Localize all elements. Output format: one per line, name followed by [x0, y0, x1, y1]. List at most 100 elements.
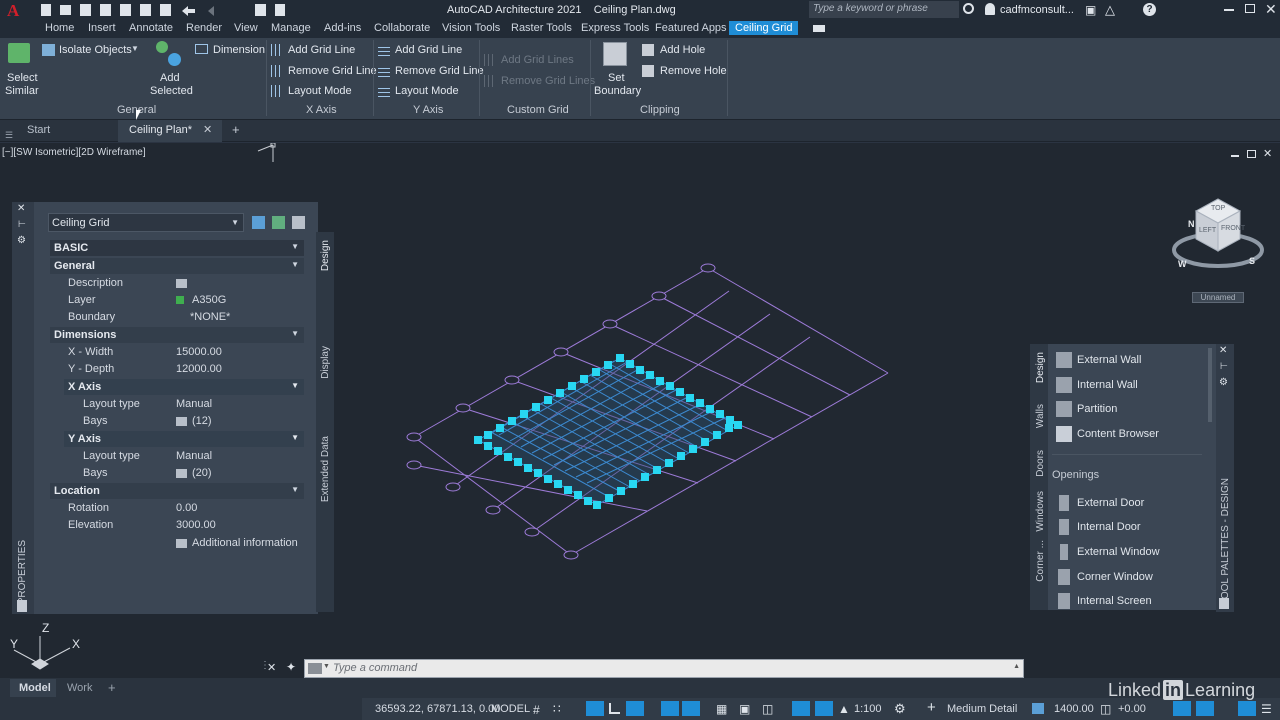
tab-model[interactable]: Model [19, 682, 51, 694]
search-box[interactable]: Type a keyword or phrase [809, 1, 959, 18]
isolate-objects-icon[interactable] [1173, 701, 1191, 716]
row-y-depth[interactable]: Y - Depth 12000.00 [50, 361, 304, 378]
polar-tracking-icon[interactable] [626, 701, 644, 716]
tab-work[interactable]: Work [67, 682, 92, 694]
grid-icon[interactable]: # [533, 703, 540, 717]
y-depth-value[interactable]: 12000.00 [176, 363, 222, 375]
section-general[interactable]: General ▼ [50, 258, 304, 274]
description-edit-icon[interactable] [176, 279, 187, 288]
section-dimensions[interactable]: Dimensions ▼ [50, 327, 304, 343]
tab-start[interactable]: Start [27, 124, 50, 136]
menu-icon[interactable]: ☰ [5, 130, 13, 141]
y-layout-type-value[interactable]: Manual [176, 450, 212, 462]
quick-select-icon[interactable] [252, 216, 265, 229]
tab-annotate[interactable]: Annotate [129, 22, 173, 34]
y-remove-grid-line-button[interactable]: Remove Grid Line [395, 65, 484, 77]
chevron-down-icon[interactable]: ▼ [291, 485, 299, 494]
select-similar-button-line1[interactable]: Select [7, 72, 38, 84]
add-selected-button-line2[interactable]: Selected [150, 85, 193, 97]
tab-view[interactable]: View [234, 22, 258, 34]
chevron-down-icon[interactable]: ▼ [291, 433, 299, 442]
remove-grid-lines-button[interactable]: Remove Grid Lines [501, 75, 595, 87]
compass-n[interactable]: N [1188, 219, 1195, 229]
ucs-menu[interactable]: Unnamed [1192, 292, 1244, 303]
object-snap-icon[interactable]: ▦ [716, 702, 727, 716]
row-elevation[interactable]: Elevation 3000.00 [50, 517, 304, 534]
section-y-axis[interactable]: Y Axis ▼ [64, 431, 304, 447]
row-x-width[interactable]: X - Width 15000.00 [50, 344, 304, 361]
elevation-value[interactable]: 3000.00 [176, 519, 216, 531]
close-tab-icon[interactable]: ✕ [203, 123, 212, 136]
viewcube-top[interactable]: TOP [1211, 205, 1225, 212]
tool-palette-scrollbar[interactable] [1208, 348, 1212, 422]
row-rotation[interactable]: Rotation 0.00 [50, 500, 304, 517]
row-boundary[interactable]: Boundary *NONE* [50, 309, 304, 326]
search-icon[interactable] [963, 3, 974, 14]
tab-corner[interactable]: Corner ... [1035, 540, 1046, 582]
dimension-button[interactable]: Dimension [213, 44, 265, 56]
compass-w[interactable]: W [1178, 259, 1187, 269]
viewcube-front[interactable]: FRONT [1221, 225, 1245, 232]
set-boundary-button-line1[interactable]: Set [608, 72, 625, 84]
annotation-visibility-icon[interactable] [792, 701, 810, 716]
tab-collaborate[interactable]: Collaborate [374, 22, 430, 34]
user-name[interactable]: cadfmconsult... [1000, 4, 1074, 16]
command-input[interactable]: Type a command [333, 662, 417, 674]
workspace-switching-icon[interactable]: ⚙ [894, 701, 906, 717]
infer-constraints-icon[interactable] [586, 701, 604, 716]
annotation-scale-icon[interactable]: ▲ [838, 702, 850, 716]
x-add-grid-line-button[interactable]: Add Grid Line [288, 44, 355, 56]
object-type-select[interactable]: Ceiling Grid ▼ [48, 213, 244, 232]
transparency-icon[interactable]: ▣ [739, 702, 750, 716]
customization-icon[interactable]: ☰ [1261, 702, 1272, 716]
tab-walls[interactable]: Walls [1035, 404, 1046, 428]
remove-hole-button[interactable]: Remove Hole [660, 65, 727, 77]
auto-scale-icon[interactable] [815, 701, 833, 716]
quick-access-icons[interactable] [40, 3, 300, 17]
add-icon[interactable]: + [927, 699, 936, 716]
elevation-value[interactable]: +0.00 [1118, 703, 1146, 715]
tab-express-tools[interactable]: Express Tools [581, 22, 649, 34]
tab-home[interactable]: Home [45, 22, 74, 34]
command-close-icon[interactable]: ✕ [267, 661, 276, 674]
y-add-grid-line-button[interactable]: Add Grid Line [395, 44, 462, 56]
chevron-down-icon[interactable]: ▼ [291, 242, 299, 251]
add-selected-icon[interactable] [156, 41, 182, 67]
tab-windows[interactable]: Windows [1035, 491, 1046, 532]
add-selected-button-line1[interactable]: Add [160, 72, 180, 84]
chevron-up-icon[interactable]: ▲ [1013, 663, 1020, 670]
command-line[interactable]: ▼ Type a command ▲ [304, 659, 1024, 678]
tab-vision-tools[interactable]: Vision Tools [442, 22, 500, 34]
annotation-scale[interactable]: 1:100 [854, 703, 882, 715]
autodesk-a360-icon[interactable]: △ [1105, 2, 1115, 18]
tab-insert[interactable]: Insert [88, 22, 116, 34]
add-hole-button[interactable]: Add Hole [660, 44, 705, 56]
new-layout-icon[interactable]: + [108, 680, 116, 695]
row-x-bays[interactable]: Bays (12) [50, 413, 304, 430]
tab-raster-tools[interactable]: Raster Tools [511, 22, 572, 34]
x-remove-grid-line-button[interactable]: Remove Grid Line [288, 65, 377, 77]
ortho-icon[interactable] [609, 703, 620, 714]
section-location[interactable]: Location ▼ [50, 483, 304, 499]
x-bays-edit-icon[interactable] [176, 417, 187, 426]
cart-icon[interactable]: ▣ [1085, 3, 1096, 17]
row-y-bays[interactable]: Bays (20) [50, 465, 304, 482]
y-bays-value[interactable]: (20) [192, 467, 212, 479]
tab-doors[interactable]: Doors [1035, 450, 1046, 477]
elevation-icon[interactable]: ◫ [1100, 702, 1111, 716]
clean-screen-icon[interactable] [1238, 701, 1256, 716]
cut-plane-value[interactable]: 1400.00 [1054, 703, 1094, 715]
palette-settings-icon[interactable]: ⚙ [17, 235, 26, 246]
additional-info-button[interactable]: Additional information [192, 537, 298, 549]
row-x-layout-type[interactable]: Layout type Manual [50, 396, 304, 413]
tab-render[interactable]: Render [186, 22, 222, 34]
chevron-down-icon[interactable]: ▼ [291, 329, 299, 338]
x-layout-mode-button[interactable]: Layout Mode [288, 85, 352, 97]
user-icon[interactable] [985, 3, 995, 15]
viewcube[interactable]: TOP LEFT FRONT N W S [1170, 195, 1266, 275]
section-basic[interactable]: BASIC ▼ [50, 240, 304, 256]
chevron-down-icon[interactable]: ▼ [291, 260, 299, 269]
command-customize-icon[interactable]: ✦ [286, 660, 296, 674]
object-snap-tracking-icon[interactable] [682, 701, 700, 716]
x-bays-value[interactable]: (12) [192, 415, 212, 427]
